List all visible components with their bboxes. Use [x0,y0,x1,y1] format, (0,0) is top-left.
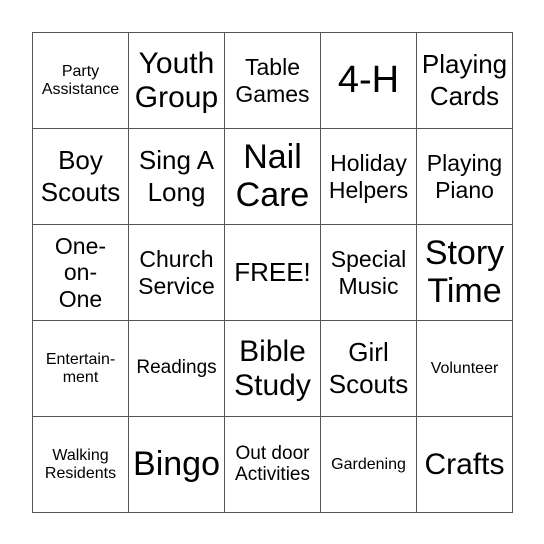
free-space-cell[interactable]: FREE! [225,225,321,321]
bingo-cell[interactable]: One- on- One [33,225,129,321]
bingo-cell[interactable]: Out door Activities [225,417,321,513]
cell-label: Story Time [424,234,505,310]
bingo-cell[interactable]: Youth Group [129,33,225,129]
cell-label: Table Games [235,54,310,107]
bingo-cell[interactable]: Playing Piano [417,129,513,225]
cell-label: Bingo [133,444,220,483]
bingo-cell[interactable]: Holiday Helpers [321,129,417,225]
cell-label: Playing Cards [421,48,508,111]
cell-label: Youth Group [134,46,219,114]
bingo-cell[interactable]: Bible Study [225,321,321,417]
bingo-cell[interactable]: Boy Scouts [33,129,129,225]
bingo-cell[interactable]: Party Assistance [33,33,129,129]
bingo-cell[interactable]: Entertain- ment [33,321,129,417]
bingo-cell[interactable]: Gardening [321,417,417,513]
cell-label: Gardening [331,455,406,473]
cell-label: Special Music [330,246,407,299]
bingo-cell[interactable]: Girl Scouts [321,321,417,417]
free-space-label: FREE! [234,256,311,287]
cell-label: Church Service [138,246,215,299]
cell-label: Readings [136,357,217,379]
cell-label: Bible Study [234,334,311,402]
bingo-board: Party Assistance Youth Group Table Games… [32,32,513,513]
bingo-cell[interactable]: Nail Care [225,129,321,225]
bingo-cell[interactable]: Crafts [417,417,513,513]
bingo-cell[interactable]: 4-H [321,33,417,129]
bingo-cell[interactable]: Special Music [321,225,417,321]
cell-label: Volunteer [430,359,499,377]
cell-label: One- on- One [54,232,107,312]
cell-label: Girl Scouts [328,336,409,399]
cell-label: Boy Scouts [40,144,121,207]
cell-label: Party Assistance [41,63,120,98]
cell-label: Entertain- ment [45,351,116,386]
cell-label: Nail Care [235,138,310,214]
cell-label: Walking Residents [44,447,117,482]
bingo-cell[interactable]: Story Time [417,225,513,321]
bingo-cell[interactable]: Church Service [129,225,225,321]
bingo-cell[interactable]: Volunteer [417,321,513,417]
cell-label: Out door Activities [235,442,310,485]
cell-label: Playing Piano [426,150,503,203]
bingo-cell[interactable]: Table Games [225,33,321,129]
cell-label: Holiday Helpers [328,150,409,203]
cell-label: Crafts [424,447,505,481]
bingo-cell[interactable]: Bingo [129,417,225,513]
cell-label: Sing A Long [138,144,215,207]
bingo-cell[interactable]: Playing Cards [417,33,513,129]
cell-label: 4-H [337,58,400,101]
bingo-cell[interactable]: Walking Residents [33,417,129,513]
bingo-cell[interactable]: Sing A Long [129,129,225,225]
bingo-cell[interactable]: Readings [129,321,225,417]
